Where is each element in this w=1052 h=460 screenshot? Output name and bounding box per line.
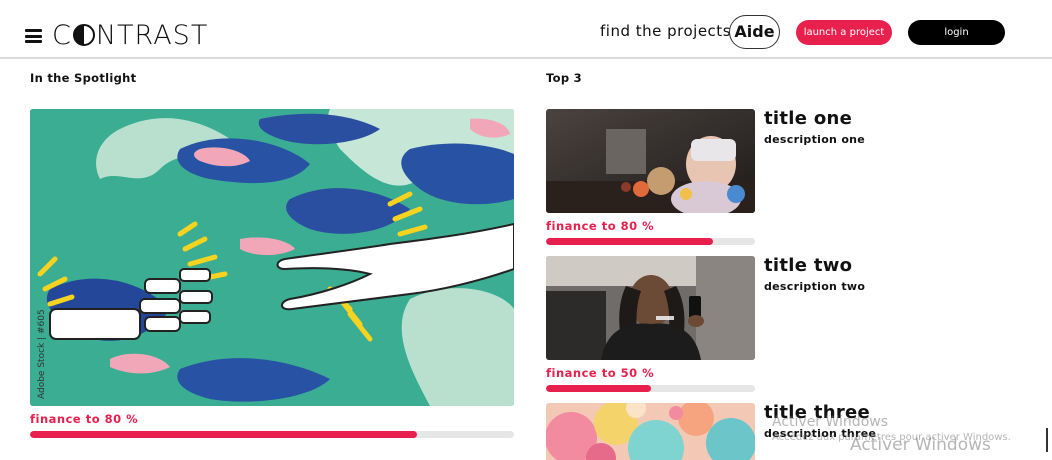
logo-circle-icon xyxy=(72,24,95,46)
logo-text-end: NTRAST xyxy=(95,20,209,51)
colorful-spheres-image xyxy=(546,403,755,460)
top3-progress-fill-1 xyxy=(546,238,714,245)
top-header: C NTRAST find the projects Aide launch a … xyxy=(0,0,1052,59)
spotlight-heading: In the Spotlight xyxy=(30,71,137,85)
vr-child-image xyxy=(546,109,755,213)
top3-title-2[interactable]: title two xyxy=(764,255,852,276)
spotlight-progress-bar xyxy=(30,431,514,438)
top3-heading: Top 3 xyxy=(546,71,582,85)
man-phone-image xyxy=(546,256,755,360)
top3-thumbnail-3[interactable] xyxy=(546,403,755,460)
logo-text-start: C xyxy=(52,20,72,51)
scrollbar-indicator[interactable] xyxy=(1046,428,1048,452)
top3-thumbnail-1[interactable] xyxy=(546,109,755,213)
contrast-logo[interactable]: C NTRAST xyxy=(52,20,208,52)
stock-caption: Adobe Stock | #605 xyxy=(37,309,47,399)
top3-progress-fill-2 xyxy=(546,385,651,392)
top3-thumbnail-2[interactable] xyxy=(546,256,755,360)
spotlight-image[interactable]: Adobe Stock | #605 xyxy=(30,109,514,406)
find-projects-link[interactable]: find the projects xyxy=(600,22,731,40)
top3-progress-bar-1 xyxy=(546,238,755,245)
top3-finance-text-2: finance to 50 % xyxy=(546,366,655,380)
login-button[interactable]: login xyxy=(908,20,1005,45)
top3-finance-text-1: finance to 80 % xyxy=(546,219,655,233)
top3-description-1: description one xyxy=(764,133,866,146)
spotlight-illustration: Adobe Stock | #605 xyxy=(30,109,514,406)
spotlight-progress-fill xyxy=(30,431,418,438)
menu-icon[interactable] xyxy=(25,29,42,43)
activation-watermark-title: Activer Windows xyxy=(772,414,889,430)
aide-button[interactable]: Aide xyxy=(729,15,780,49)
activation-watermark-large: Activer Windows xyxy=(850,435,991,455)
top3-progress-bar-2 xyxy=(546,385,755,392)
spotlight-finance-text: finance to 80 % xyxy=(30,412,139,426)
top3-description-2: description two xyxy=(764,280,866,293)
top3-title-1[interactable]: title one xyxy=(764,108,852,129)
launch-project-button[interactable]: launch a project xyxy=(796,20,892,45)
